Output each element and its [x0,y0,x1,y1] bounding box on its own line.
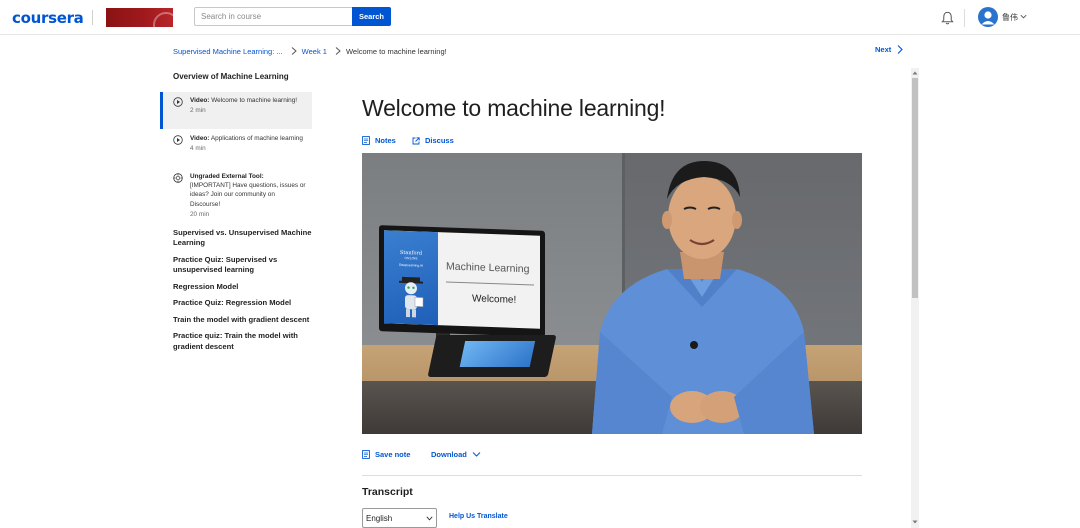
item-duration: 2 min [190,106,206,114]
scroll-down-arrow-icon[interactable] [912,519,918,525]
presenter [592,161,814,434]
notes-label: Notes [375,136,396,145]
sidebar-module-supervised-vs-unsupervised[interactable]: Supervised vs. Unsupervised Machine Lear… [160,228,312,249]
transcript-title: Transcript [362,486,413,498]
item-duration: 4 min [190,144,206,152]
partner-logo[interactable] [106,8,173,27]
monitor-welcome: Welcome! [472,293,517,306]
item-title: Applications of machine learning [210,134,303,142]
sidebar-module-quiz-supervised[interactable]: Practice Quiz: Supervised vs unsupervise… [160,255,312,276]
breadcrumb: Supervised Machine Learning: ... Week 1 … [173,45,447,57]
video-player[interactable]: Stanford ONLINE DeepLearning.AI Machine … [362,153,862,434]
search-button[interactable]: Search [352,7,391,26]
sidebar-module-regression-model[interactable]: Regression Model [160,282,312,293]
download-label: Download [431,450,467,459]
scroll-up-arrow-icon[interactable] [912,70,918,76]
section-divider [362,475,862,476]
breadcrumb-week[interactable]: Week 1 [302,47,327,56]
lesson-title: Welcome to machine learning! [362,95,666,121]
item-kind: Video: [190,134,210,142]
item-title: [IMPORTANT] Have questions, issues or id… [190,181,306,208]
chevron-right-icon [897,45,904,54]
top-bar: coursera Search 鲁伟 [0,0,1080,35]
username[interactable]: 鲁伟 [1002,12,1018,23]
monitor-title: Machine Learning [446,260,530,276]
item-kind: Video: [190,96,210,104]
chevron-down-icon[interactable] [1019,12,1028,21]
note-icon [362,450,370,459]
save-note-button[interactable]: Save note [362,450,410,459]
discuss-button[interactable]: Discuss [412,136,454,145]
sidebar-module-quiz-regression[interactable]: Practice Quiz: Regression Model [160,298,312,309]
discuss-label: Discuss [425,136,454,145]
sidebar-heading[interactable]: Overview of Machine Learning [160,72,312,83]
next-label: Next [875,45,892,54]
search-input[interactable] [194,7,352,26]
sidebar-item-external-tool[interactable]: Ungraded External Tool: [IMPORTANT] Have… [160,168,312,226]
chevron-right-icon [291,47,297,55]
language-value: English [366,514,393,523]
download-button[interactable]: Download [431,450,486,459]
avatar-icon[interactable] [978,7,998,27]
next-button[interactable]: Next [875,45,904,54]
sidebar-module-gradient-descent[interactable]: Train the model with gradient descent [160,315,312,326]
notes-icon [362,136,370,145]
chevron-right-icon [335,47,341,55]
chevron-down-icon [426,516,433,521]
item-kind: Ungraded External Tool: [190,172,264,180]
sidebar-item-applications-video[interactable]: Video: Applications of machine learning … [160,130,312,168]
play-circle-icon [173,96,183,107]
item-duration: 20 min [190,211,210,219]
help-us-translate-link[interactable]: Help Us Translate [449,513,508,520]
bell-icon[interactable] [940,10,955,26]
header-divider [964,9,965,27]
coursera-logo[interactable]: coursera [12,9,84,27]
sidebar-module-quiz-gradient-descent[interactable]: Practice quiz: Train the model with grad… [160,331,312,352]
robot-illustration [399,276,424,318]
chevron-down-icon [472,452,481,457]
language-select[interactable]: English [362,508,437,528]
save-note-label: Save note [375,450,411,459]
logo-divider [92,10,93,25]
video-monitor: Stanford ONLINE DeepLearning.AI Machine … [379,225,545,337]
item-title: Welcome to machine learning! [211,96,298,104]
monitor-brand-online: ONLINE [404,255,418,261]
external-tool-icon [173,172,183,183]
external-link-icon [412,136,420,144]
play-circle-icon [173,134,183,145]
scrollbar-thumb[interactable] [912,78,918,298]
video-tablet [427,335,557,377]
breadcrumb-current: Welcome to machine learning! [345,46,447,56]
course-sidebar: Overview of Machine Learning Video: Welc… [160,66,312,352]
breadcrumb-course[interactable]: Supervised Machine Learning: ... [173,47,283,56]
notes-button[interactable]: Notes [362,136,396,145]
sidebar-item-welcome-video[interactable]: Video: Welcome to machine learning! 2 mi… [160,91,312,129]
